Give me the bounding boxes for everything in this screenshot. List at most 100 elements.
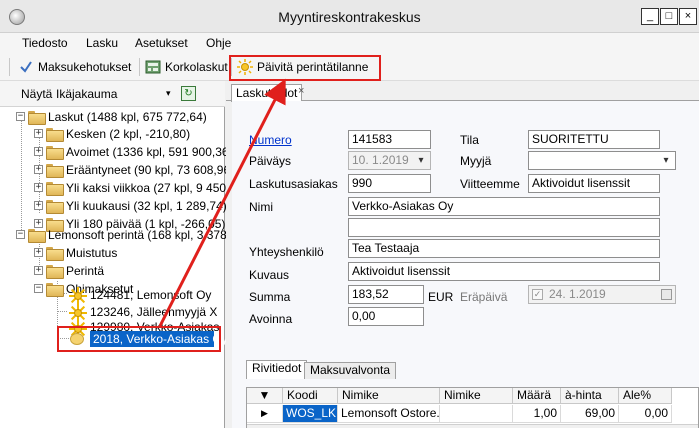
customer-label: Laskutusasiakas [249, 177, 338, 191]
sum-field[interactable]: 183,52 [348, 285, 424, 304]
column-header-discount[interactable]: Ale% [619, 388, 672, 404]
menu-lasku[interactable]: Lasku [86, 36, 118, 50]
menu-asetukset[interactable]: Asetukset [135, 36, 188, 50]
toolbar-separator [9, 58, 10, 76]
column-header-name[interactable]: Nimike [338, 388, 440, 404]
folder-icon [46, 182, 64, 196]
folder-icon [46, 128, 64, 142]
expand-toggle[interactable]: + [34, 165, 43, 174]
grid-cell-unit-price[interactable]: 69,00 [561, 405, 619, 423]
expand-toggle[interactable]: + [34, 201, 43, 210]
tree-node-ongoing[interactable]: Kesken (2 kpl, -210,80) [66, 127, 190, 141]
chevron-down-icon[interactable]: ▾ [166, 88, 171, 99]
number-link[interactable]: Numero [249, 133, 292, 147]
due-date-field[interactable]: ✓ 24. 1.2019 [528, 285, 676, 304]
customer-field[interactable]: 990 [348, 174, 431, 193]
currency-label: EUR [428, 290, 454, 304]
filter-icon[interactable]: ▼ [247, 388, 283, 404]
close-button[interactable]: × [679, 8, 697, 25]
tree-node-collection[interactable]: Lemonsoft perintä (168 kpl, 3 378,4 [48, 228, 237, 242]
grid-cell-name[interactable]: Lemonsoft Ostore... [338, 405, 440, 423]
column-header-unit-price[interactable]: à-hinta [561, 388, 619, 404]
tab-invoice-details[interactable]: Laskutiedot [231, 84, 303, 102]
expand-toggle[interactable]: + [34, 129, 43, 138]
view-selector-bar: Näytä Ikäjakauma ▾ ↻ [0, 81, 225, 107]
tree-node-invoices[interactable]: Laskut (1488 kpl, 675 772,64) [48, 110, 207, 124]
tab-payment-monitoring[interactable]: Maksuvalvonta [304, 362, 397, 379]
chevron-down-icon[interactable]: ▾ [659, 153, 673, 168]
payments-label: Maksukehotukset [38, 60, 132, 74]
checkmark-icon [20, 61, 32, 73]
tree-panel: Näytä Ikäjakauma ▾ ↻ − Laskut (1488 kpl,… [0, 81, 237, 428]
expand-toggle[interactable]: + [34, 147, 43, 156]
name2-field[interactable] [348, 218, 660, 237]
close-icon[interactable]: × [298, 85, 304, 97]
minimize-button[interactable]: _ [641, 8, 659, 25]
payments-button[interactable]: Maksukehotukset [18, 58, 138, 76]
folder-icon [46, 283, 64, 297]
seller-label: Myyjä [460, 154, 492, 168]
expand-toggle[interactable]: + [34, 248, 43, 257]
column-header-quantity[interactable]: Määrä [513, 388, 561, 404]
grid-cell-discount[interactable]: 0,00 [619, 405, 672, 423]
grid-cell-quantity[interactable]: 1,00 [513, 405, 561, 423]
menu-tiedosto[interactable]: Tiedosto [22, 36, 68, 50]
column-header-code[interactable]: Koodi [283, 388, 338, 404]
date-field[interactable]: 10. 1.2019 ▾ [348, 151, 431, 170]
view-dropdown[interactable]: Ikäjakauma [56, 87, 117, 101]
sum-label: Summa [249, 290, 291, 304]
reference-field[interactable]: Aktivoidut lisenssit [528, 174, 660, 193]
status-field[interactable]: SUORITETTU [528, 130, 660, 149]
calendar-icon[interactable] [661, 289, 672, 300]
seller-dropdown[interactable]: ▾ [528, 151, 676, 170]
tree-node-over-month[interactable]: Yli kuukausi (32 kpl, 1 289,74) [66, 199, 227, 213]
tree-node-item-2[interactable]: 123246, Jälleenmyyjä X [90, 305, 217, 319]
due-date-checkbox[interactable]: ✓ [532, 289, 543, 300]
folder-icon [46, 200, 64, 214]
name-field[interactable]: Verkko-Asiakas Oy [348, 197, 660, 216]
expand-toggle[interactable]: + [34, 266, 43, 275]
reference-label: Viitteemme [460, 177, 520, 191]
expand-toggle[interactable]: + [34, 183, 43, 192]
expand-toggle[interactable]: − [34, 284, 43, 293]
tree-node-recovery[interactable]: Perintä [66, 264, 104, 278]
open-label: Avoinna [249, 312, 293, 326]
chevron-down-icon[interactable]: ▾ [414, 153, 428, 168]
tree-node-over-two-weeks[interactable]: Yli kaksi viikkoa (27 kpl, 9 450,4 [66, 181, 236, 195]
expand-toggle[interactable]: − [16, 230, 25, 239]
description-field[interactable]: Aktivoidut lisenssit [348, 262, 660, 281]
tree-node-open[interactable]: Avoimet (1336 kpl, 591 900,36) [66, 145, 233, 159]
date-label: Päiväys [249, 154, 292, 168]
menu-ohje[interactable]: Ohje [206, 36, 231, 50]
open-field[interactable]: 0,00 [348, 307, 424, 326]
highlight-box [229, 55, 381, 81]
refresh-icon[interactable]: ↻ [181, 86, 196, 101]
folder-icon [46, 164, 64, 178]
menu-bar: Tiedosto Lasku Asetukset Ohje [0, 33, 699, 53]
expand-toggle[interactable]: − [16, 112, 25, 121]
folder-icon [46, 247, 64, 261]
date-value: 10. 1.2019 [352, 153, 409, 167]
name-label: Nimi [249, 200, 273, 214]
calculator-icon [145, 60, 161, 74]
tree-guide [57, 311, 67, 312]
due-date-value: 24. 1.2019 [549, 287, 606, 301]
horizontal-scrollbar[interactable]: ◀ ▶ [247, 424, 698, 428]
folder-icon [28, 229, 46, 243]
number-field[interactable]: 141583 [348, 130, 431, 149]
tree-guide [21, 121, 22, 232]
tree-node-reminder[interactable]: Muistutus [66, 246, 117, 260]
expand-toggle[interactable]: + [34, 219, 43, 228]
toolbar-separator [139, 58, 140, 76]
grid-cell-code[interactable]: WOS_LK [283, 405, 338, 423]
description-label: Kuvaus [249, 268, 290, 282]
grid-cell-name-2[interactable] [440, 405, 513, 423]
detail-panel: Laskutiedot × Numero 141583 Tila SUORITE… [226, 81, 699, 428]
column-header-name-2[interactable]: Nimike [440, 388, 513, 404]
tree-node-item-1[interactable]: 124481, Lemonsoft Oy [90, 288, 211, 302]
maximize-button[interactable]: □ [660, 8, 678, 25]
tab-rows[interactable]: Rivitiedot [246, 360, 308, 379]
tree-node-due[interactable]: Erääntyneet (90 kpl, 73 608,96) [66, 163, 234, 177]
interest-button[interactable]: Korkolaskut [145, 58, 228, 76]
contact-field[interactable]: Tea Testaaja [348, 239, 660, 258]
